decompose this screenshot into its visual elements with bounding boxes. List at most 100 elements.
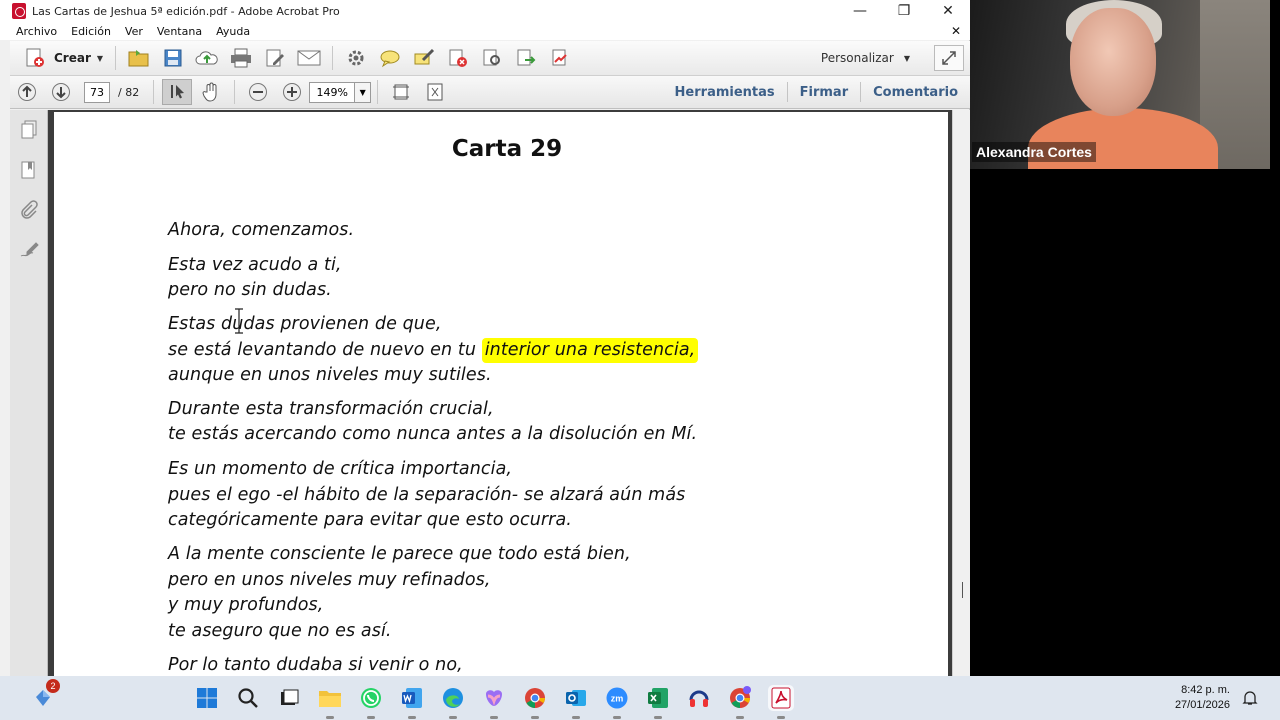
start-icon [196, 688, 217, 708]
upload-button[interactable] [192, 45, 222, 71]
highlighted-text[interactable]: interior una resistencia, [481, 338, 699, 363]
task-view-icon [280, 689, 298, 705]
title-bar: Las Cartas de Jeshua 5ª edición.pdf - Ad… [0, 0, 970, 22]
expand-button[interactable] [934, 45, 964, 71]
settings-button[interactable] [341, 45, 371, 71]
copilot-icon [485, 690, 502, 706]
search-button[interactable] [235, 685, 261, 711]
outlook-button[interactable] [563, 685, 589, 719]
widgets-button[interactable]: 2 [30, 679, 60, 711]
email-button[interactable] [294, 45, 324, 71]
save-icon [164, 49, 182, 67]
zoom-dropdown[interactable]: ▼ [355, 81, 372, 103]
sign-icon [552, 49, 567, 66]
personalizar-dropdown[interactable]: Personalizar ▼ [821, 51, 910, 65]
edge-icon [442, 688, 463, 708]
menu-ayuda[interactable]: Ayuda [209, 25, 257, 38]
clock[interactable]: 8:42 p. m. 27/01/2026 [1175, 683, 1230, 713]
attachments-button[interactable] [19, 200, 39, 220]
close-button[interactable]: ✕ [926, 0, 970, 22]
page-number-input[interactable]: 73 [84, 81, 110, 103]
start-button[interactable] [194, 685, 220, 711]
chrome-icon [524, 688, 545, 708]
stamp-button[interactable] [477, 45, 507, 71]
zoom-out-button[interactable] [243, 79, 273, 105]
chrome-button[interactable] [522, 685, 548, 719]
next-page-button[interactable] [46, 79, 76, 105]
text-segment: se está levantando de nuevo en tu [168, 340, 482, 360]
excel-icon [647, 688, 668, 708]
signatures-button[interactable] [19, 240, 39, 260]
file-explorer-button[interactable] [317, 685, 343, 719]
page-heading: Carta 29 [451, 136, 563, 162]
scroll-thumb[interactable] [962, 582, 963, 598]
gear-icon [348, 50, 364, 66]
restore-button[interactable]: ❐ [882, 0, 926, 22]
export-button[interactable] [511, 45, 541, 71]
highlight-button[interactable] [409, 45, 439, 71]
bookmarks-button[interactable] [19, 160, 39, 180]
text-line: te aseguro que no es así. [168, 621, 392, 641]
menu-ventana[interactable]: Ventana [150, 25, 209, 38]
notifications-icon[interactable] [1242, 690, 1258, 706]
page-thumbnails-button[interactable] [19, 120, 39, 140]
sign-button[interactable] [545, 45, 575, 71]
window-title: Las Cartas de Jeshua 5ª edición.pdf - Ad… [32, 4, 340, 18]
word-button[interactable] [399, 685, 425, 719]
crear-label: Crear [54, 51, 91, 65]
minimize-button[interactable]: — [838, 0, 882, 22]
stop-form-icon [449, 49, 468, 67]
chevron-down-icon: ▼ [903, 53, 910, 63]
previous-page-button[interactable] [12, 79, 42, 105]
zoom-app-button[interactable]: zm [604, 685, 630, 719]
navigation-toolbar: 73 / 82 149% ▼ Herramientas Firmar Comen… [10, 76, 970, 109]
menu-edicion[interactable]: Edición [64, 25, 118, 38]
text-line: Ahora, comenzamos. [168, 220, 355, 240]
menu-archivo[interactable]: Archivo [0, 25, 64, 38]
open-button[interactable] [124, 45, 154, 71]
print-button[interactable] [226, 45, 256, 71]
fit-page-button[interactable] [420, 79, 450, 105]
text-line: Es un momento de crítica importancia, [168, 459, 513, 479]
stamp-icon [483, 49, 501, 66]
highlight-pen-icon [414, 48, 435, 65]
save-button[interactable] [158, 45, 188, 71]
taskbar: 2 zm 8:42 p. m. 27/01/2026 [0, 676, 1280, 720]
fit-width-icon [393, 84, 410, 100]
audio-icon [689, 690, 708, 707]
text-line: Esta vez acudo a ti, [168, 255, 342, 275]
select-tool-button[interactable] [162, 79, 193, 105]
whatsapp-button[interactable] [358, 685, 384, 719]
acrobat-window: Las Cartas de Jeshua 5ª edición.pdf - Ad… [0, 0, 970, 676]
comentario-link[interactable]: Comentario [861, 85, 970, 100]
text-cursor-icon [235, 308, 243, 334]
menu-ver[interactable]: Ver [118, 25, 150, 38]
firmar-link[interactable]: Firmar [788, 85, 860, 100]
comment-button[interactable] [375, 45, 405, 71]
copilot-button[interactable] [481, 685, 507, 719]
acrobat-button[interactable] [767, 685, 794, 719]
crear-button[interactable]: Crear ▼ [18, 45, 109, 71]
search-icon [237, 688, 258, 708]
file-explorer-icon [318, 691, 341, 707]
zoom-input[interactable]: 149% [309, 81, 356, 103]
vertical-scrollbar[interactable] [952, 110, 970, 676]
document-viewport[interactable]: Carta 29 Ahora, comenzamos. Esta vez acu… [48, 110, 952, 676]
edge-button[interactable] [440, 685, 466, 719]
chrome-profile-icon [729, 686, 751, 708]
close-document-button[interactable]: ✕ [942, 24, 970, 38]
edit-button[interactable] [260, 45, 290, 71]
chrome-profile-button[interactable] [727, 685, 753, 719]
herramientas-link[interactable]: Herramientas [663, 85, 787, 100]
task-panes: Herramientas Firmar Comentario [663, 76, 970, 109]
stop-button[interactable] [443, 45, 473, 71]
svg-text:zm: zm [610, 694, 623, 704]
task-view-button[interactable] [276, 685, 302, 711]
hand-tool-button[interactable] [196, 79, 226, 105]
outlook-icon [565, 690, 586, 706]
zoom-in-button[interactable] [277, 79, 307, 105]
fit-width-button[interactable] [386, 79, 416, 105]
pages-icon [21, 120, 37, 139]
audio-button[interactable] [686, 685, 712, 711]
excel-button[interactable] [645, 685, 671, 719]
